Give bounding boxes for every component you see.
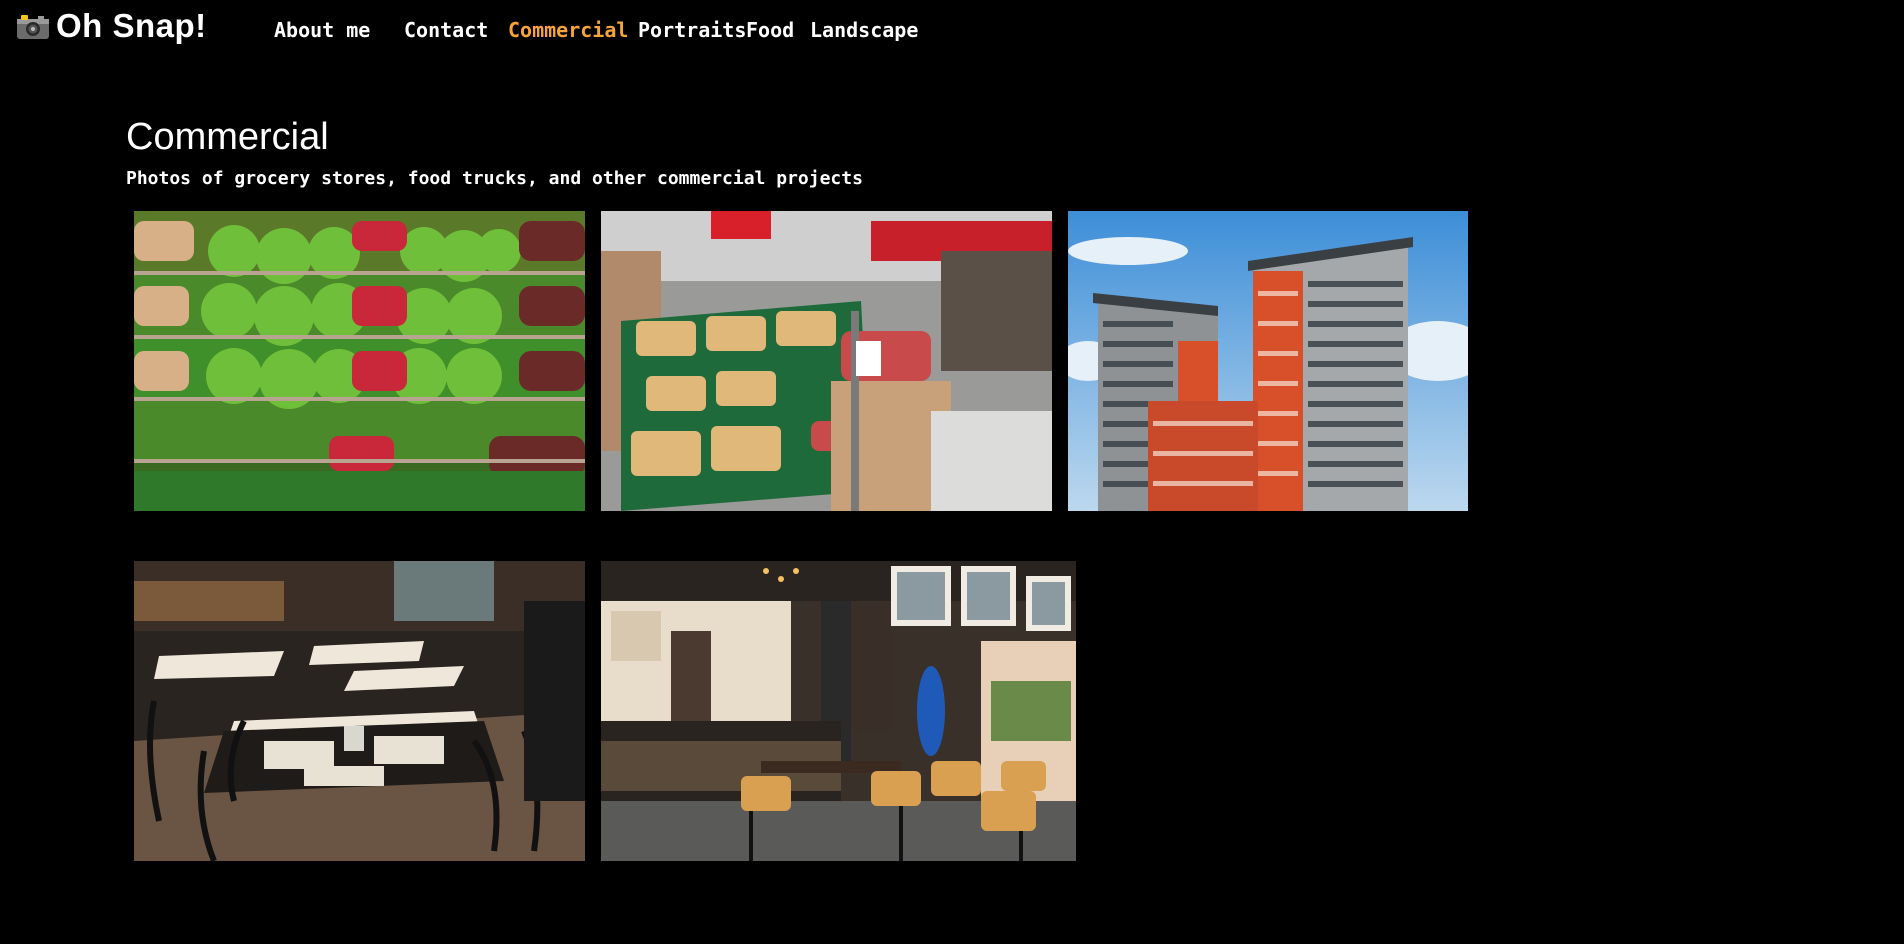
gallery-photo-restaurant-dining-room[interactable] [134,561,585,861]
gallery-photo-produce-shelves[interactable] [134,211,585,511]
gallery-photo-apartment-tower[interactable] [1068,211,1468,511]
page-subtitle: Photos of grocery stores, food trucks, a… [126,168,863,189]
nav-link-landscape[interactable]: Landscape [810,18,918,42]
page-title: Commercial [126,116,329,158]
camera-icon [17,15,49,39]
nav-link-commercial[interactable]: Commercial [508,18,628,42]
nav-link-portraits[interactable]: Portraits [638,18,746,42]
brand[interactable]: Oh Snap! [16,6,207,46]
site-header: Oh Snap! About me Contact Commercial Por… [0,0,1904,60]
site-name: Oh Snap! [56,7,207,44]
nav-link-food[interactable]: Food [746,18,794,42]
gallery-photo-cafe-interior[interactable] [601,561,1076,861]
nav-link-contact[interactable]: Contact [404,18,488,42]
nav-link-about-me[interactable]: About me [274,18,370,42]
gallery-photo-supermarket-aisle[interactable] [601,211,1052,511]
